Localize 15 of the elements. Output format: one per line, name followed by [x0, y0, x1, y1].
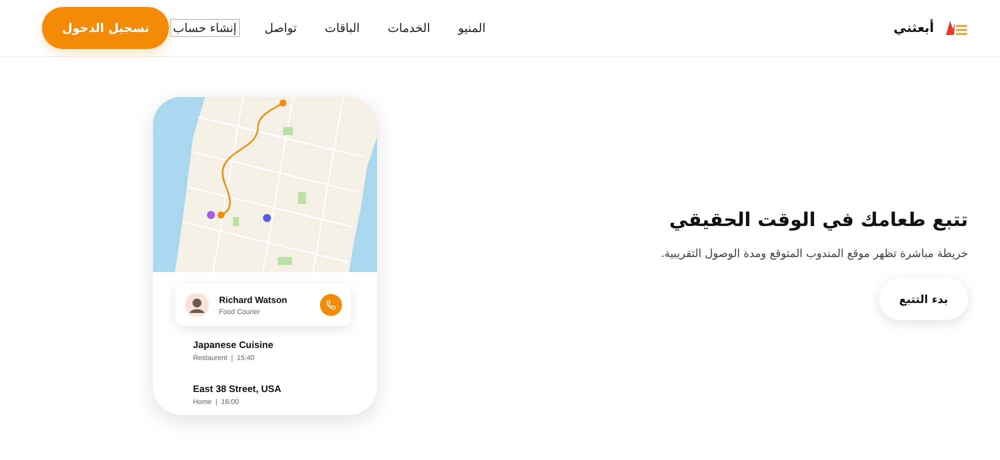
- nav-link[interactable]: تواصل: [262, 19, 300, 37]
- stop-title: Japanese Cuisine: [193, 340, 274, 351]
- stop-title: East 38 Street, USA: [193, 384, 282, 395]
- avatar-icon: [185, 293, 209, 317]
- brand-name: أبعثني: [894, 20, 934, 36]
- nav-link[interactable]: المنيو: [455, 19, 489, 37]
- start-tracking-button[interactable]: بدء التتبع: [879, 278, 968, 320]
- nav-link[interactable]: الخدمات: [384, 19, 434, 37]
- nav-link[interactable]: الباقات: [322, 19, 363, 37]
- nav-link[interactable]: إنشاء حساب: [170, 19, 240, 37]
- call-button[interactable]: [320, 294, 342, 316]
- courier-name: Richard Watson: [219, 294, 288, 304]
- hero-title: تتبع طعامك في الوقت الحقيقي: [668, 209, 968, 231]
- phone-icon: [326, 300, 336, 310]
- hero-subtitle: خريطة مباشرة تظهر موقع المندوب المتوقع ومدة الوصول التقريبية.: [660, 247, 968, 260]
